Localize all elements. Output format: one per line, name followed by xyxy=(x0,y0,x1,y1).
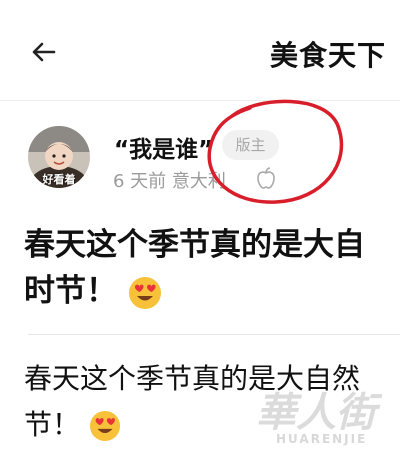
content-divider xyxy=(28,334,400,335)
heart-eyes-emoji xyxy=(89,410,120,442)
apple-icon xyxy=(257,167,275,189)
header-divider xyxy=(0,100,400,101)
author-name[interactable]: “我是谁” xyxy=(114,130,213,164)
post-title-line1: 春天这个季节真的是大自 xyxy=(24,227,365,263)
moderator-badge: 版主 xyxy=(222,130,279,160)
heart-eyes-emoji xyxy=(128,276,161,309)
watermark: 華人街 HUARENJIE xyxy=(246,380,396,458)
post-title-line2: 时节！ xyxy=(24,273,117,309)
post-body-line2: 节！ xyxy=(24,408,81,441)
top-bar: 美食天下 xyxy=(0,0,400,100)
back-button[interactable] xyxy=(28,36,64,72)
watermark-subtext: HUARENJIE xyxy=(276,432,368,446)
post-meta: 6 天前 意大利 xyxy=(113,171,226,192)
watermark-brand: 華人街 xyxy=(256,389,376,436)
page-title: 美食天下 xyxy=(269,39,386,72)
avatar-label: 好看着 xyxy=(42,173,76,186)
post-title[interactable]: 春天这个季节真的是大自 时节！ xyxy=(24,222,400,314)
post-author-row: 好看着 “我是谁” 版主 6 天前 意大利 xyxy=(0,120,400,200)
avatar[interactable]: 好看着 xyxy=(28,126,90,188)
back-arrow-icon xyxy=(32,42,56,62)
